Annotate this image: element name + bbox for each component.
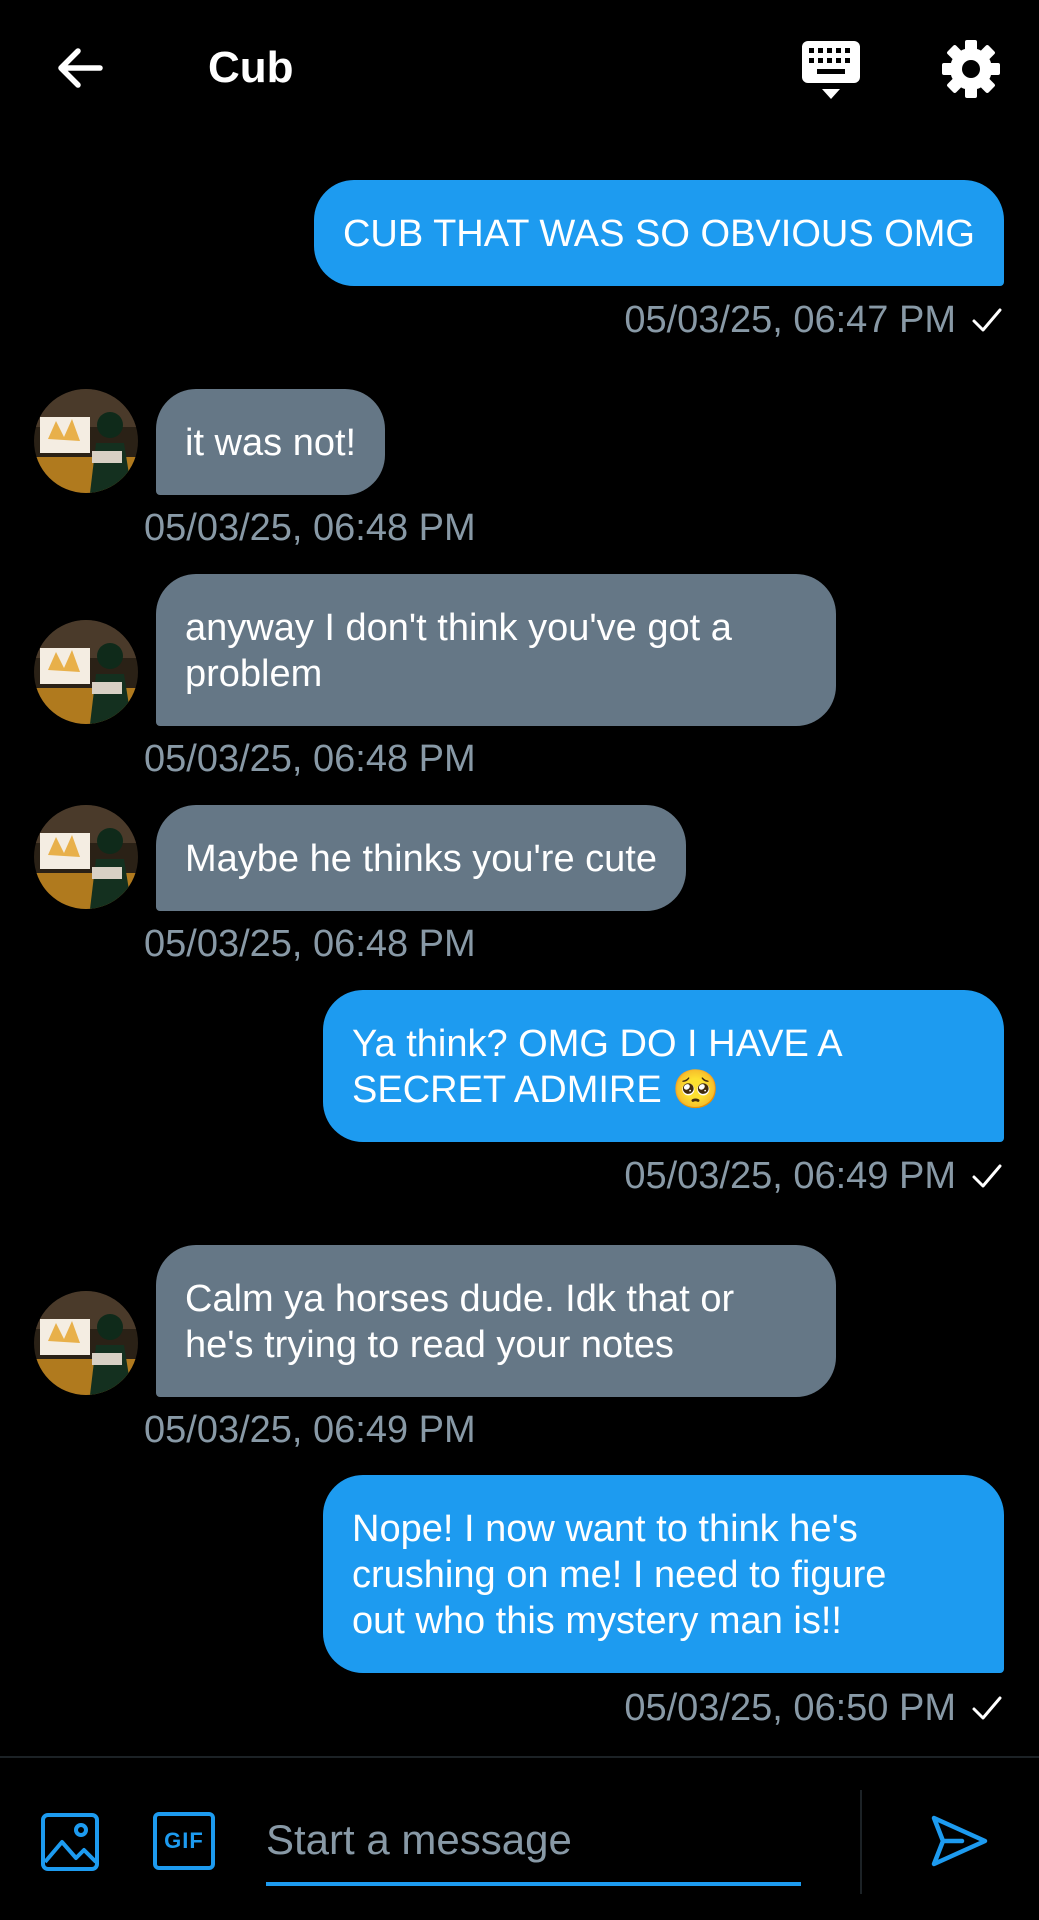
avatar-image <box>34 389 138 493</box>
keyboard-button[interactable] <box>800 38 862 102</box>
message-text: Ya think? OMG DO I HAVE A <box>352 1023 843 1065</box>
message-bubble[interactable]: it was not! <box>156 389 386 495</box>
gif-button[interactable]: GIF <box>153 1812 215 1870</box>
timestamp: 05/03/25, 06:48 PM <box>144 738 476 780</box>
timestamp: 05/03/25, 06:50 PM <box>624 1687 956 1729</box>
keyboard-icon <box>802 41 860 99</box>
message-bubble[interactable]: Ya think? OMG DO I HAVE A SECRET ADMIRE … <box>323 990 1004 1142</box>
timestamp: 05/03/25, 06:48 PM <box>144 507 476 549</box>
message-composer: GIF <box>0 1756 1039 1920</box>
message-bubble[interactable]: Nope! I now want to think he's crushing … <box>323 1475 1004 1673</box>
message-bubble[interactable]: CUB THAT WAS SO OBVIOUS OMG <box>313 180 1004 286</box>
avatar-image <box>34 1291 138 1395</box>
conversation-title: Cub <box>208 43 294 92</box>
gear-icon <box>942 40 1000 98</box>
message-input[interactable] <box>266 1798 801 1886</box>
image-icon <box>41 1813 99 1871</box>
avatar[interactable] <box>34 389 138 493</box>
message-text: out who this mystery man is!! <box>352 1600 842 1642</box>
divider <box>860 1790 862 1894</box>
avatar-image <box>34 620 138 724</box>
message-text: he's trying to read your notes <box>185 1324 674 1366</box>
chat-header: Cub <box>0 0 1039 135</box>
message-text: crushing on me! I need to figure <box>352 1554 887 1596</box>
back-button[interactable] <box>52 40 108 96</box>
avatar[interactable] <box>34 805 138 909</box>
message-text: it was not! <box>185 422 357 464</box>
back-arrow-icon <box>58 48 103 88</box>
message-bubble[interactable]: Maybe he thinks you're cute <box>156 805 686 911</box>
send-icon <box>931 1815 988 1867</box>
message-bubble[interactable]: Calm ya horses dude. Idk that or he's tr… <box>156 1245 836 1397</box>
timestamp: 05/03/25, 06:48 PM <box>144 923 476 965</box>
avatar[interactable] <box>34 620 138 724</box>
checkmark-icon <box>972 308 1002 332</box>
message-meta: 05/03/25, 06:47 PM <box>624 297 1004 343</box>
message-bubble[interactable]: anyway I don't think you've got a proble… <box>156 574 836 726</box>
avatar-image <box>34 805 138 909</box>
message-meta: 05/03/25, 06:49 PM <box>624 1153 1004 1199</box>
settings-button[interactable] <box>940 38 1002 100</box>
message-meta: 05/03/25, 06:50 PM <box>624 1685 1004 1731</box>
checkmark-icon <box>972 1164 1002 1188</box>
message-text: CUB THAT WAS SO OBVIOUS OMG <box>342 213 975 255</box>
timestamp: 05/03/25, 06:47 PM <box>624 299 956 341</box>
send-button[interactable] <box>928 1810 990 1872</box>
checkmark-icon <box>972 1696 1002 1720</box>
message-text: SECRET ADMIRE 🥺 <box>352 1069 720 1111</box>
message-text: problem <box>185 653 323 695</box>
message-list[interactable]: CUB THAT WAS SO OBVIOUS OMG 05/03/25, 06… <box>0 135 1039 1755</box>
message-text: Nope! I now want to think he's <box>352 1508 858 1550</box>
timestamp: 05/03/25, 06:49 PM <box>144 1409 476 1451</box>
add-media-button[interactable] <box>40 1812 100 1872</box>
avatar[interactable] <box>34 1291 138 1395</box>
timestamp: 05/03/25, 06:49 PM <box>624 1155 956 1197</box>
gif-icon: GIF <box>164 1828 204 1853</box>
message-text: Calm ya horses dude. Idk that or <box>185 1278 735 1320</box>
message-text: Maybe he thinks you're cute <box>185 838 657 880</box>
message-text: anyway I don't think you've got a <box>185 607 732 649</box>
